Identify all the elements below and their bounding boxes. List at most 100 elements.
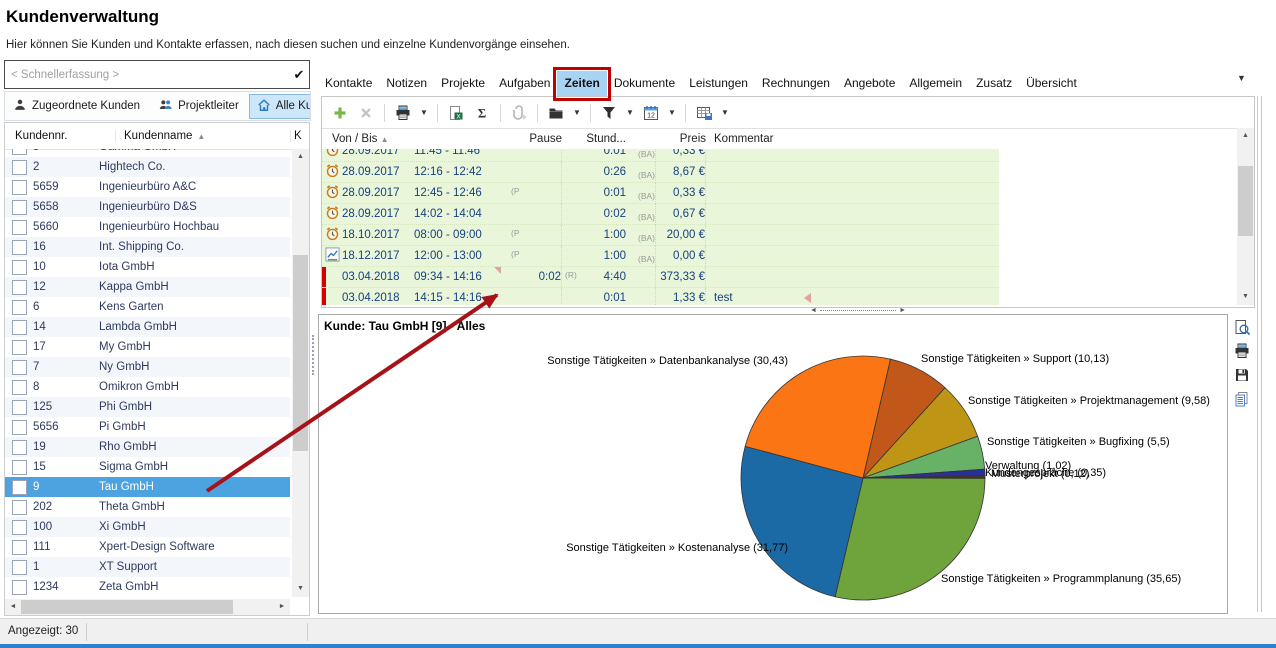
customer-row[interactable]: 12Kappa GmbH <box>5 277 290 297</box>
collapse-right-icon[interactable]: ► <box>899 307 906 314</box>
row-checkbox[interactable] <box>12 149 27 155</box>
row-checkbox[interactable] <box>12 360 27 375</box>
row-checkbox[interactable] <box>12 380 27 395</box>
row-checkbox[interactable] <box>12 580 27 595</box>
tab-overflow-dropdown-icon[interactable]: ▼ <box>1237 73 1246 83</box>
customer-row[interactable]: 100Xi GmbH <box>5 517 290 537</box>
panel-splitter[interactable] <box>310 122 316 614</box>
column-header-kommentar[interactable]: Kommentar <box>706 133 1236 145</box>
print-button[interactable] <box>1233 342 1251 360</box>
save-button[interactable] <box>1233 366 1251 384</box>
time-entry-row[interactable]: 18.10.201708:00 - 09:00(P1:00(BA)20,00 € <box>322 225 999 246</box>
filter-button-people[interactable]: Projektleiter <box>150 94 247 119</box>
column-header-truncated[interactable]: K <box>291 130 309 142</box>
row-checkbox[interactable] <box>12 340 27 355</box>
column-header-kundennr[interactable]: Kundennr. <box>5 130 116 142</box>
tab-kontakte[interactable]: Kontakte <box>318 71 379 96</box>
tab-aufgaben[interactable]: Aufgaben <box>492 71 557 96</box>
row-checkbox[interactable] <box>12 300 27 315</box>
row-checkbox[interactable] <box>12 240 27 255</box>
dropdown-arrow-icon[interactable]: ▼ <box>720 108 730 117</box>
customer-row[interactable]: 16Int. Shipping Co. <box>5 237 290 257</box>
customer-row[interactable]: 5656Pi GmbH <box>5 417 290 437</box>
customer-vscrollbar[interactable]: ▲ ▼ <box>292 149 309 597</box>
tab-notizen[interactable]: Notizen <box>379 71 434 96</box>
customer-hscrollbar[interactable]: ◄ ► <box>5 599 290 615</box>
row-checkbox[interactable] <box>12 460 27 475</box>
time-entry-row[interactable]: 28.09.201712:16 - 12:420:26(BA)8,67 € <box>322 162 999 183</box>
filter-button-home[interactable]: Alle Ku <box>249 94 311 119</box>
time-entry-row[interactable]: 28.09.201712:45 - 12:46(P0:01(BA)0,33 € <box>322 183 999 204</box>
customer-row[interactable]: 202Theta GmbH <box>5 497 290 517</box>
tab-leistungen[interactable]: Leistungen <box>682 71 755 96</box>
row-checkbox[interactable] <box>12 560 27 575</box>
row-checkbox[interactable] <box>12 320 27 335</box>
scroll-thumb[interactable] <box>21 600 233 614</box>
add-button[interactable] <box>330 103 350 123</box>
preview-button[interactable] <box>1233 318 1251 336</box>
row-checkbox[interactable] <box>12 280 27 295</box>
time-vscrollbar[interactable]: ▲ ▼ <box>1237 128 1254 305</box>
filter-button[interactable] <box>599 103 619 123</box>
customer-row[interactable]: 7Ny GmbH <box>5 357 290 377</box>
tab-dokumente[interactable]: Dokumente <box>607 71 682 96</box>
excel-export-button[interactable]: X <box>446 103 466 123</box>
row-checkbox[interactable] <box>12 200 27 215</box>
tab-übersicht[interactable]: Übersicht <box>1019 71 1084 96</box>
column-header-preis[interactable]: Preis <box>656 133 706 145</box>
customer-row[interactable]: 5659Ingenieurbüro A&C <box>5 177 290 197</box>
row-checkbox[interactable] <box>12 400 27 415</box>
scroll-up-icon[interactable]: ▲ <box>1237 128 1254 144</box>
tab-zeiten[interactable]: Zeiten <box>557 71 606 96</box>
customer-row[interactable]: 17My GmbH <box>5 337 290 357</box>
delete-button[interactable] <box>356 103 376 123</box>
customer-row[interactable]: 111Xpert-Design Software <box>5 537 290 557</box>
time-entry-row[interactable]: 18.12.201712:00 - 13:00(P1:00(BA)0,00 € <box>322 246 999 267</box>
customer-row[interactable]: 8Omikron GmbH <box>5 377 290 397</box>
filter-button-person[interactable]: Zugeordnete Kunden <box>5 94 148 119</box>
dropdown-arrow-icon[interactable]: ▼ <box>625 108 635 117</box>
calendar-button[interactable]: 12 <box>641 103 661 123</box>
table-save-button[interactable] <box>694 103 714 123</box>
row-checkbox[interactable] <box>12 500 27 515</box>
row-checkbox[interactable] <box>12 180 27 195</box>
scroll-left-icon[interactable]: ◄ <box>5 599 21 615</box>
dropdown-arrow-icon[interactable]: ▼ <box>667 108 677 117</box>
dropdown-arrow-icon[interactable]: ▼ <box>572 108 582 117</box>
row-checkbox[interactable] <box>12 420 27 435</box>
attach-button[interactable] <box>509 103 529 123</box>
column-header-kundenname[interactable]: Kundenname ▲ <box>116 130 291 142</box>
customer-row[interactable]: 15Sigma GmbH <box>5 457 290 477</box>
customer-row[interactable]: 2Hightech Co. <box>5 157 290 177</box>
customer-row[interactable]: 125Phi GmbH <box>5 397 290 417</box>
customer-row[interactable]: 5660Ingenieurbüro Hochbau <box>5 217 290 237</box>
row-checkbox[interactable] <box>12 480 27 495</box>
right-splitter[interactable] <box>1257 96 1262 612</box>
customer-row[interactable]: 9Tau GmbH <box>5 477 290 497</box>
dropdown-arrow-icon[interactable]: ▼ <box>419 108 429 117</box>
row-checkbox[interactable] <box>12 520 27 535</box>
column-header-pause[interactable]: Pause <box>528 133 562 145</box>
check-icon[interactable]: ✔ <box>289 67 309 83</box>
sum-button[interactable]: Σ <box>472 103 492 123</box>
row-checkbox[interactable] <box>12 160 27 175</box>
time-entry-row[interactable]: 28.09.201714:02 - 14:040:02(BA)0,67 € <box>322 204 999 225</box>
row-checkbox[interactable] <box>12 440 27 455</box>
row-checkbox[interactable] <box>12 260 27 275</box>
customer-row[interactable]: 19Rho GmbH <box>5 437 290 457</box>
folder-button[interactable] <box>546 103 566 123</box>
quick-entry-input[interactable] <box>5 69 289 81</box>
column-header-vonbis[interactable]: Von / Bis ▲ <box>322 133 528 145</box>
customer-row[interactable]: 14Lambda GmbH <box>5 317 290 337</box>
tab-rechnungen[interactable]: Rechnungen <box>755 71 837 96</box>
time-entry-row[interactable]: 03.04.201814:15 - 14:160:011,33 €test <box>322 288 999 305</box>
column-header-stunden[interactable]: Stund... <box>584 133 626 145</box>
scroll-thumb[interactable] <box>1238 166 1253 236</box>
time-entry-row[interactable]: 03.04.201809:34 - 14:160:02(R)4:40373,33… <box>322 267 999 288</box>
print-button[interactable] <box>393 103 413 123</box>
collapse-left-icon[interactable]: ◄ <box>810 307 817 314</box>
scroll-down-icon[interactable]: ▼ <box>292 581 309 597</box>
customer-row[interactable]: 6Kens Garten <box>5 297 290 317</box>
copy-button[interactable] <box>1233 390 1251 408</box>
tab-angebote[interactable]: Angebote <box>837 71 902 96</box>
